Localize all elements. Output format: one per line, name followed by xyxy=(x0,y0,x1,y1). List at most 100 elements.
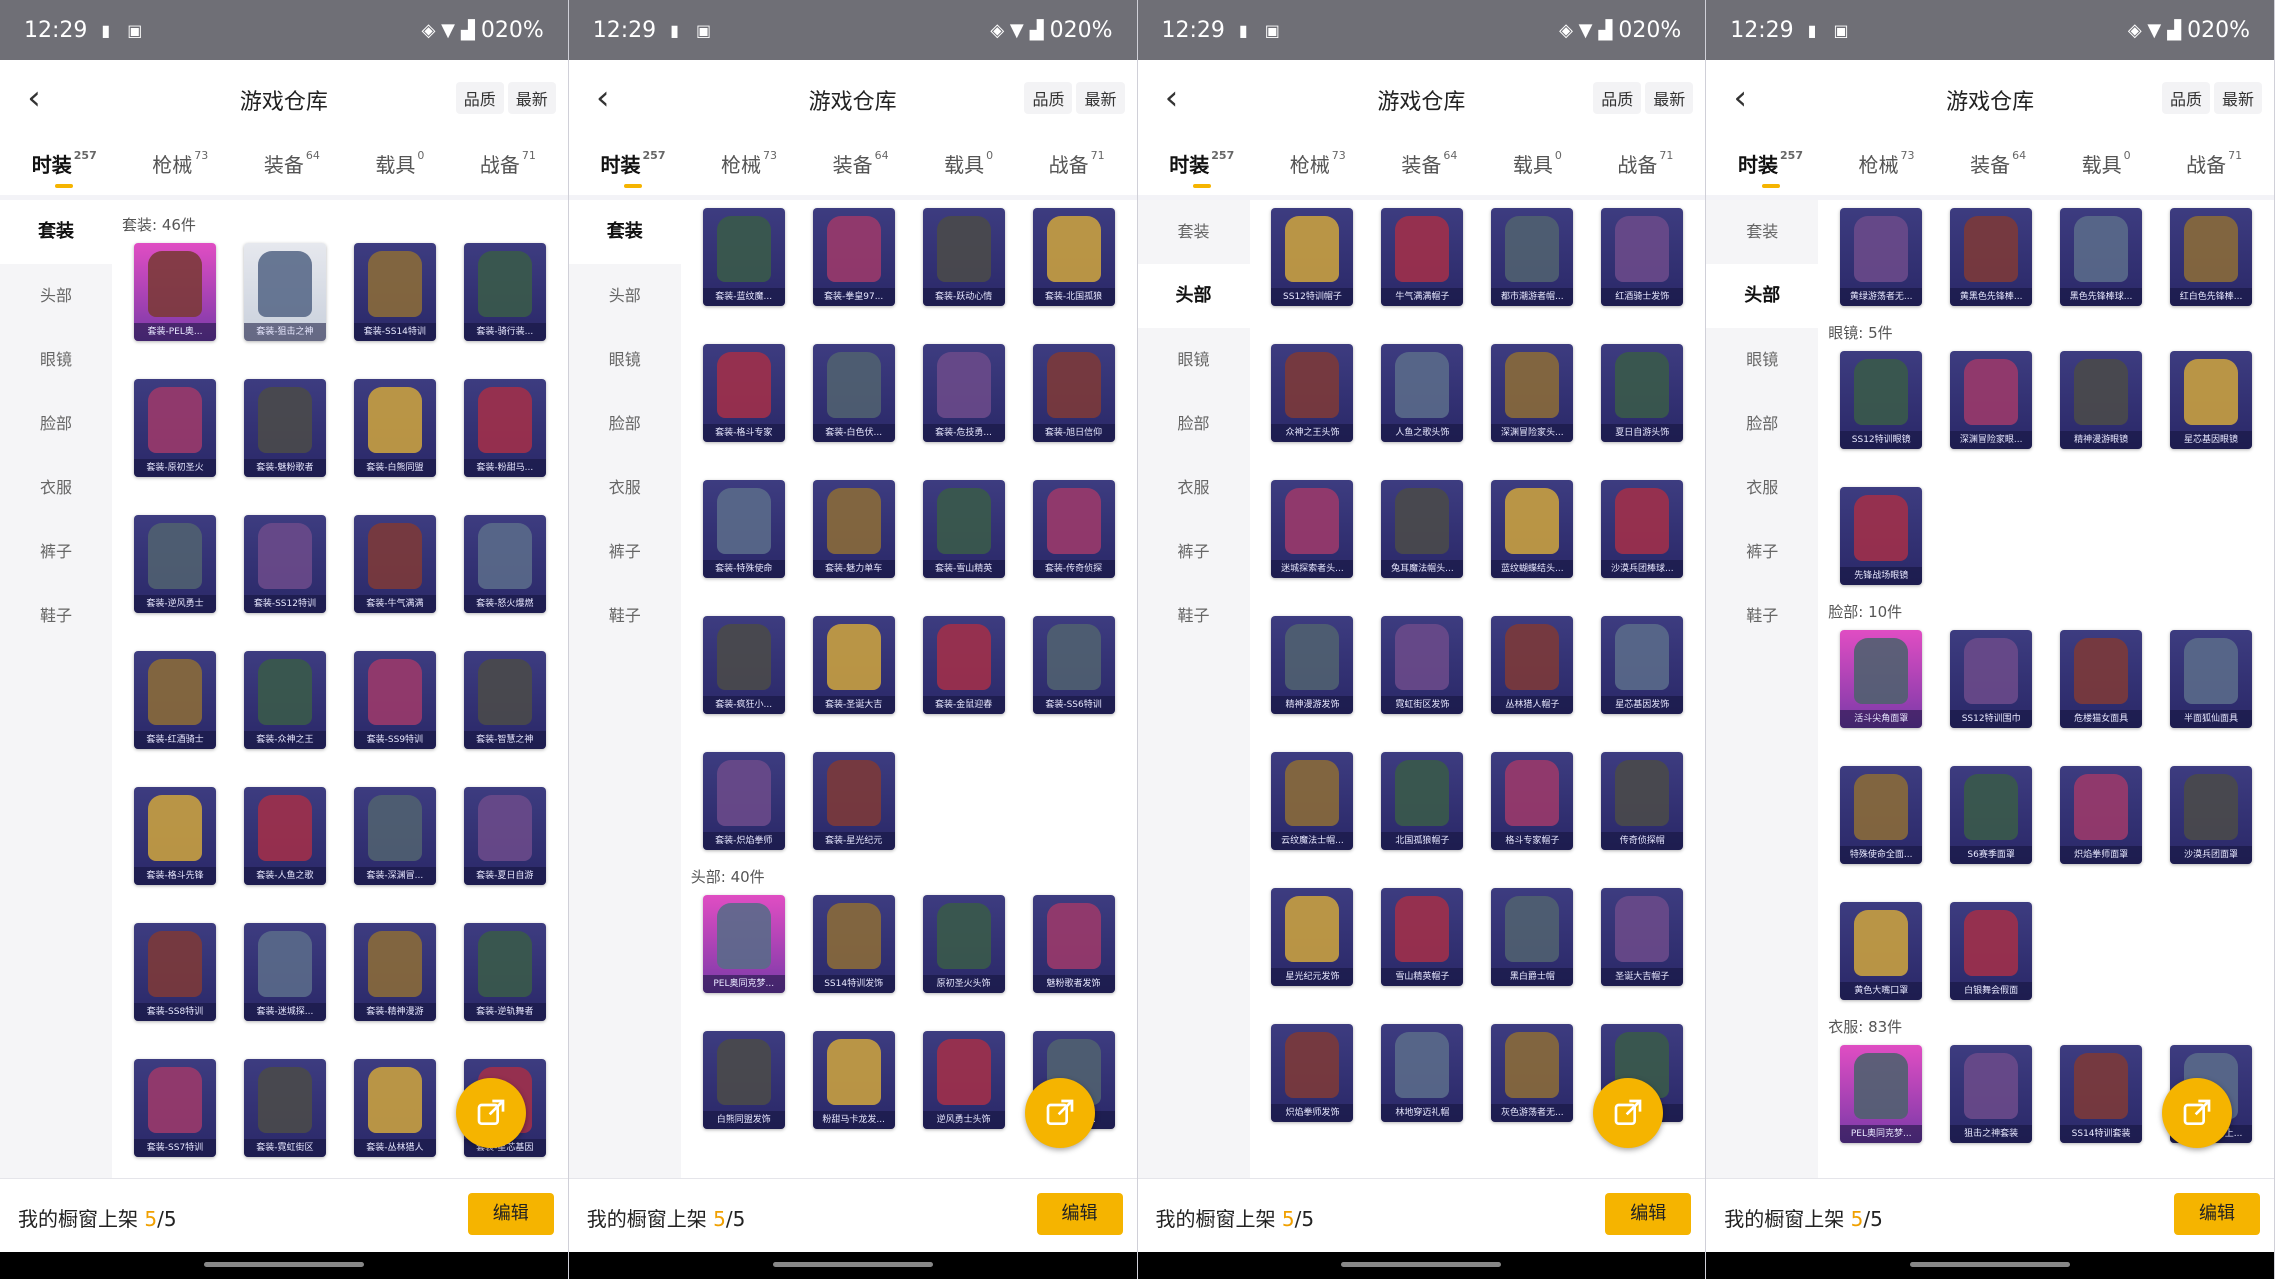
edit-button[interactable]: 编辑 xyxy=(1605,1193,1692,1235)
item-card[interactable]: 众神之王头饰 xyxy=(1271,344,1354,442)
sidebar-item-0[interactable]: 套装 xyxy=(1706,200,1818,264)
item-card[interactable]: 林地穿迈礼帽 xyxy=(1381,1024,1464,1122)
item-card[interactable]: 套装-红酒骑士 xyxy=(133,651,216,749)
item-card[interactable]: 白银舞会假面 xyxy=(1950,902,2033,1000)
item-card[interactable]: 套装-狙击之神 xyxy=(243,243,326,341)
item-card[interactable]: 套装-金鼠迎春 xyxy=(922,616,1005,714)
item-card[interactable]: 套装-旭日信仰 xyxy=(1032,344,1115,442)
item-card[interactable]: 套装-SS8特训 xyxy=(133,923,216,1021)
item-card[interactable]: 套装-PEL奥... xyxy=(133,243,216,341)
sidebar-item-4[interactable]: 衣服 xyxy=(1706,456,1818,520)
home-indicator[interactable] xyxy=(1910,1262,2071,1267)
sidebar-item-6[interactable]: 鞋子 xyxy=(0,584,112,648)
item-card[interactable]: 深渊冒险家头... xyxy=(1491,344,1574,442)
item-card[interactable]: 星光纪元发饰 xyxy=(1271,888,1354,986)
tab-1[interactable]: 枪械 73 xyxy=(1859,149,1915,186)
item-card[interactable]: 套装-SS7特训 xyxy=(133,1059,216,1157)
edit-button[interactable]: 编辑 xyxy=(2174,1193,2260,1235)
item-card[interactable]: 套装-深渊冒... xyxy=(353,787,436,885)
sort-quality-button[interactable]: 品质 xyxy=(2161,82,2210,114)
tab-4[interactable]: 战备 71 xyxy=(2186,149,2242,186)
item-card[interactable]: 丛林猎人帽子 xyxy=(1491,616,1574,714)
item-card[interactable]: 套装-夏日自游 xyxy=(463,787,546,885)
item-card[interactable]: 套装-牛气满满 xyxy=(353,515,436,613)
item-card[interactable]: 套装-疯狂小... xyxy=(702,616,785,714)
item-card[interactable]: 红白色先锋棒... xyxy=(2170,208,2253,306)
item-card[interactable]: 套装-格斗先锋 xyxy=(133,787,216,885)
tab-4[interactable]: 战备 71 xyxy=(480,149,536,186)
item-card[interactable]: 原初圣火头饰 xyxy=(922,895,1005,993)
sidebar-item-2[interactable]: 眼镜 xyxy=(0,328,112,392)
item-card[interactable]: S6赛季面罩 xyxy=(1950,766,2033,864)
tab-2[interactable]: 装备 64 xyxy=(1970,149,2026,186)
sort-latest-button[interactable]: 最新 xyxy=(1076,82,1125,114)
item-card[interactable]: 沙漠兵团棒球... xyxy=(1601,480,1684,578)
item-card[interactable]: 黑色先锋棒球... xyxy=(2060,208,2143,306)
home-indicator[interactable] xyxy=(1341,1262,1502,1267)
sidebar-item-6[interactable]: 鞋子 xyxy=(1138,584,1250,648)
item-card[interactable]: 先锋战场眼镜 xyxy=(1840,487,1923,585)
sidebar-item-6[interactable]: 鞋子 xyxy=(1706,584,1818,648)
tab-2[interactable]: 装备 64 xyxy=(1401,149,1457,186)
item-card[interactable]: 蓝纹蝴蝶结头... xyxy=(1491,480,1574,578)
item-card[interactable]: 圣诞大吉帽子 xyxy=(1601,888,1684,986)
home-indicator[interactable] xyxy=(203,1262,364,1267)
tab-3[interactable]: 载具 0 xyxy=(2082,149,2131,186)
item-card[interactable]: 套装-白熊同盟 xyxy=(353,379,436,477)
item-card[interactable]: 套装-白色伏... xyxy=(812,344,895,442)
item-card[interactable]: 套装-雪山精英 xyxy=(922,480,1005,578)
sidebar-item-5[interactable]: 裤子 xyxy=(1706,520,1818,584)
item-card[interactable]: 炽焰拳师发饰 xyxy=(1271,1024,1354,1122)
sidebar-item-6[interactable]: 鞋子 xyxy=(569,584,681,648)
sort-quality-button[interactable]: 品质 xyxy=(455,82,504,114)
item-card[interactable]: 套装-SS6特训 xyxy=(1032,616,1115,714)
sidebar-item-3[interactable]: 脸部 xyxy=(0,392,112,456)
item-card[interactable]: 兔耳魔法帽头... xyxy=(1381,480,1464,578)
tab-0[interactable]: 时装 257 xyxy=(1169,149,1234,188)
item-card[interactable]: 危楼猫女面具 xyxy=(2060,630,2143,728)
item-card[interactable]: 套装-逆轨舞者 xyxy=(463,923,546,1021)
tab-4[interactable]: 战备 71 xyxy=(1617,149,1673,186)
sidebar-item-1[interactable]: 头部 xyxy=(1706,264,1819,328)
item-card[interactable]: SS14特训套装 xyxy=(2060,1045,2143,1143)
sidebar-item-0[interactable]: 套装 xyxy=(568,200,681,264)
item-card[interactable]: 套装-SS14特训 xyxy=(353,243,436,341)
item-card[interactable]: 套装-霓虹街区 xyxy=(243,1059,326,1157)
sidebar-item-5[interactable]: 裤子 xyxy=(0,520,112,584)
item-card[interactable]: 套装-丛林猎人 xyxy=(353,1059,436,1157)
tab-1[interactable]: 枪械 73 xyxy=(721,149,777,186)
item-card[interactable]: 套装-粉甜马... xyxy=(463,379,546,477)
item-card[interactable]: 套装-炽焰拳师 xyxy=(702,752,785,850)
item-card[interactable]: 套装-蓝纹魔... xyxy=(702,208,785,306)
item-card[interactable]: 套装-SS12特训 xyxy=(243,515,326,613)
item-card[interactable]: 狙击之神套装 xyxy=(1950,1045,2033,1143)
item-card[interactable]: SS14特训发饰 xyxy=(812,895,895,993)
item-card[interactable]: 传奇侦探帽 xyxy=(1601,752,1684,850)
sidebar-item-3[interactable]: 脸部 xyxy=(1138,392,1250,456)
item-card[interactable]: 黄黑色先锋棒... xyxy=(1950,208,2033,306)
item-card[interactable]: 牛气满满帽子 xyxy=(1381,208,1464,306)
item-card[interactable]: 迷城探索者头... xyxy=(1271,480,1354,578)
item-card[interactable]: 白熊同盟发饰 xyxy=(702,1031,785,1129)
sort-latest-button[interactable]: 最新 xyxy=(1645,82,1694,114)
item-card[interactable]: 套装-北国孤狼 xyxy=(1032,208,1115,306)
item-card[interactable]: 霓虹街区发饰 xyxy=(1381,616,1464,714)
tab-3[interactable]: 载具 0 xyxy=(944,149,993,186)
sidebar-item-2[interactable]: 眼镜 xyxy=(569,328,681,392)
tab-0[interactable]: 时装 257 xyxy=(601,149,665,188)
item-card[interactable]: 人鱼之歌头饰 xyxy=(1381,344,1464,442)
sidebar-item-5[interactable]: 裤子 xyxy=(1138,520,1250,584)
item-card[interactable]: 灰色游荡者无... xyxy=(1491,1024,1574,1122)
sidebar-item-0[interactable]: 套装 xyxy=(1138,200,1250,264)
edit-button[interactable]: 编辑 xyxy=(467,1193,554,1235)
item-card[interactable]: 逆风勇士头饰 xyxy=(922,1031,1005,1129)
tab-3[interactable]: 载具 0 xyxy=(375,149,424,186)
sidebar-item-1[interactable]: 头部 xyxy=(569,264,681,328)
tab-0[interactable]: 时装 257 xyxy=(32,149,97,188)
item-card[interactable]: 套装-星光纪元 xyxy=(812,752,895,850)
item-card[interactable]: 特殊使命全面... xyxy=(1840,766,1923,864)
share-external-button[interactable] xyxy=(455,1078,526,1148)
tab-1[interactable]: 枪械 73 xyxy=(152,149,208,186)
item-card[interactable]: 套装-精神漫游 xyxy=(353,923,436,1021)
item-card[interactable]: 都市潮游者帽... xyxy=(1491,208,1574,306)
